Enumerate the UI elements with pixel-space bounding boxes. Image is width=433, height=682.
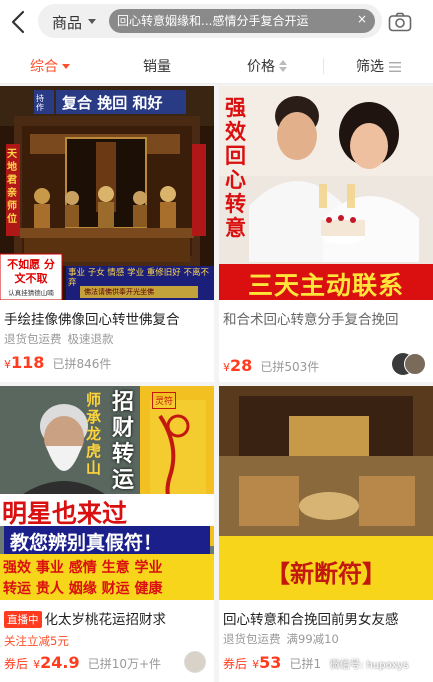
price-row: 券后 ¥53 已拼1 [223,653,321,672]
image-vertical-slogan: 强效回心转意 [225,96,246,240]
clear-query-icon[interactable]: × [357,12,367,26]
tabs-divider [0,83,433,84]
filter-icon [389,62,401,72]
live-badge: 直播中 [4,611,42,628]
image-seal-text: 灵符 [152,392,177,409]
product-title[interactable]: 回心转意和合挽回前男女友感 [223,608,429,628]
tab-divider [323,58,324,74]
avatar [184,651,206,673]
product-card[interactable]: 师承龙虎山 招财转运 灵符 明星也来过 教您辨别真假符！ 强效 事业 感情 生意… [0,386,214,682]
product-title-row[interactable]: 直播中 化太岁桃花运招财求 [4,608,210,628]
price-row: 券后 ¥24.9 已拼10万+件 [4,653,161,672]
tab-price[interactable]: 价格 [247,56,275,76]
watermark: 微信号: hupoxys [330,660,409,671]
product-image[interactable]: 【新断符】 [219,386,433,600]
sold-count: 已拼1 [289,657,322,671]
image-keywords-row-1: 强效 事业 感情 生意 学业 [3,560,163,576]
scope-dropdown-icon[interactable] [88,19,96,24]
search-scope-label[interactable]: 商品 [52,12,82,33]
search-query-chip[interactable]: 回心转意姻缘和...感情分手复合开运 × [109,9,375,33]
tag-discount: 满99减10 [286,632,339,646]
product-price: ¥28 [223,356,253,375]
avatar [404,353,426,375]
image-banner-text: 【新断符】 [266,560,386,588]
product-title: 化太岁桃花运招财求 [44,612,167,628]
product-card[interactable]: 持作 复合 挽回 和好 天地君亲师位 不如愿 分文不取 认真挂猜德山喃 事业 子… [0,86,214,382]
image-banner-text: 复合 挽回 和好 [62,94,163,112]
product-price: ¥53 [252,653,282,672]
image-guarantee-text: 不如愿 分文不取 [7,258,55,285]
image-headline: 明星也来过 [2,499,128,528]
chevron-down-icon [62,64,70,69]
tab-sales[interactable]: 销量 [143,56,171,76]
sort-tabs: 综合 销量 价格 筛选 [0,44,433,84]
price-row: ¥118 已拼846件 [4,353,111,372]
product-card[interactable]: 【新断符】 回心转意和合挽回前男女友感 退货包运费 满99减10 券后 ¥53 已… [219,386,433,682]
product-image[interactable]: 持作 复合 挽回 和好 天地君亲师位 不如愿 分文不取 认真挂猜德山喃 事业 子… [0,86,214,300]
product-price: ¥118 [4,353,45,372]
tag-fast-refund: 极速退款 [67,332,114,346]
sold-count: 已拼10万+件 [87,657,162,671]
product-image[interactable]: 强效回心转意 三天主动联系 [219,86,433,300]
sold-count: 已拼503件 [260,360,320,374]
image-keywords-row-2: 转运 贵人 姻缘 财运 健康 [3,581,163,597]
product-tags: 退货包运费 满99减10 [223,631,345,647]
image-side-text: 天地君亲师位 [7,149,17,225]
tag-free-return-shipping: 退货包运费 [223,632,281,646]
image-banner-text: 三天主动联系 [247,271,404,300]
sort-arrows-icon [279,60,287,72]
product-image[interactable]: 师承龙虎山 招财转运 灵符 明星也来过 教您辨别真假符！ 强效 事业 感情 生意… [0,386,214,600]
camera-icon[interactable] [388,12,412,32]
image-service-text: 事业 子女 情感 学业 重修旧好 不离不弃 [68,268,210,288]
back-arrow-icon[interactable] [8,10,30,34]
product-card[interactable]: 强效回心转意 三天主动联系 和合术回心转意分手复合挽回 ¥28 已拼503件 [219,86,433,382]
price-row: ¥28 已拼503件 [223,356,319,375]
image-vertical-left-text: 师承龙虎山 [86,391,102,477]
product-price: ¥24.9 [33,653,80,672]
sold-count: 已拼846件 [52,357,112,371]
product-title[interactable]: 手绘挂像佛像回心转世佛复合 [4,308,210,328]
coupon-prefix: 券后 [223,657,248,671]
tag-free-return-shipping: 退货包运费 [4,332,62,346]
product-tags: 退货包运费 极速退款 [4,331,120,347]
image-service-text-2: 佛法请佛供奉开光坐佛 [84,288,154,296]
tab-filter[interactable]: 筛选 [356,56,384,76]
search-query-text: 回心转意姻缘和...感情分手复合开运 [117,14,309,28]
image-small-text: 认真挂猜德山喃 [8,289,54,297]
promo-text: 关注立减5元 [4,634,69,648]
coupon-prefix: 券后 [4,657,29,671]
tab-comprehensive[interactable]: 综合 [30,56,58,76]
image-side-banner: 持作 [36,94,44,112]
image-vertical-right-text: 招财转运 [112,390,135,493]
top-bar: 商品 回心转意姻缘和...感情分手复合开运 × [0,0,433,44]
image-subheadline: 教您辨别真假符！ [10,532,163,554]
product-title[interactable]: 和合术回心转意分手复合挽回 [223,308,429,328]
search-bar[interactable]: 商品 回心转意姻缘和...感情分手复合开运 × [38,4,382,38]
